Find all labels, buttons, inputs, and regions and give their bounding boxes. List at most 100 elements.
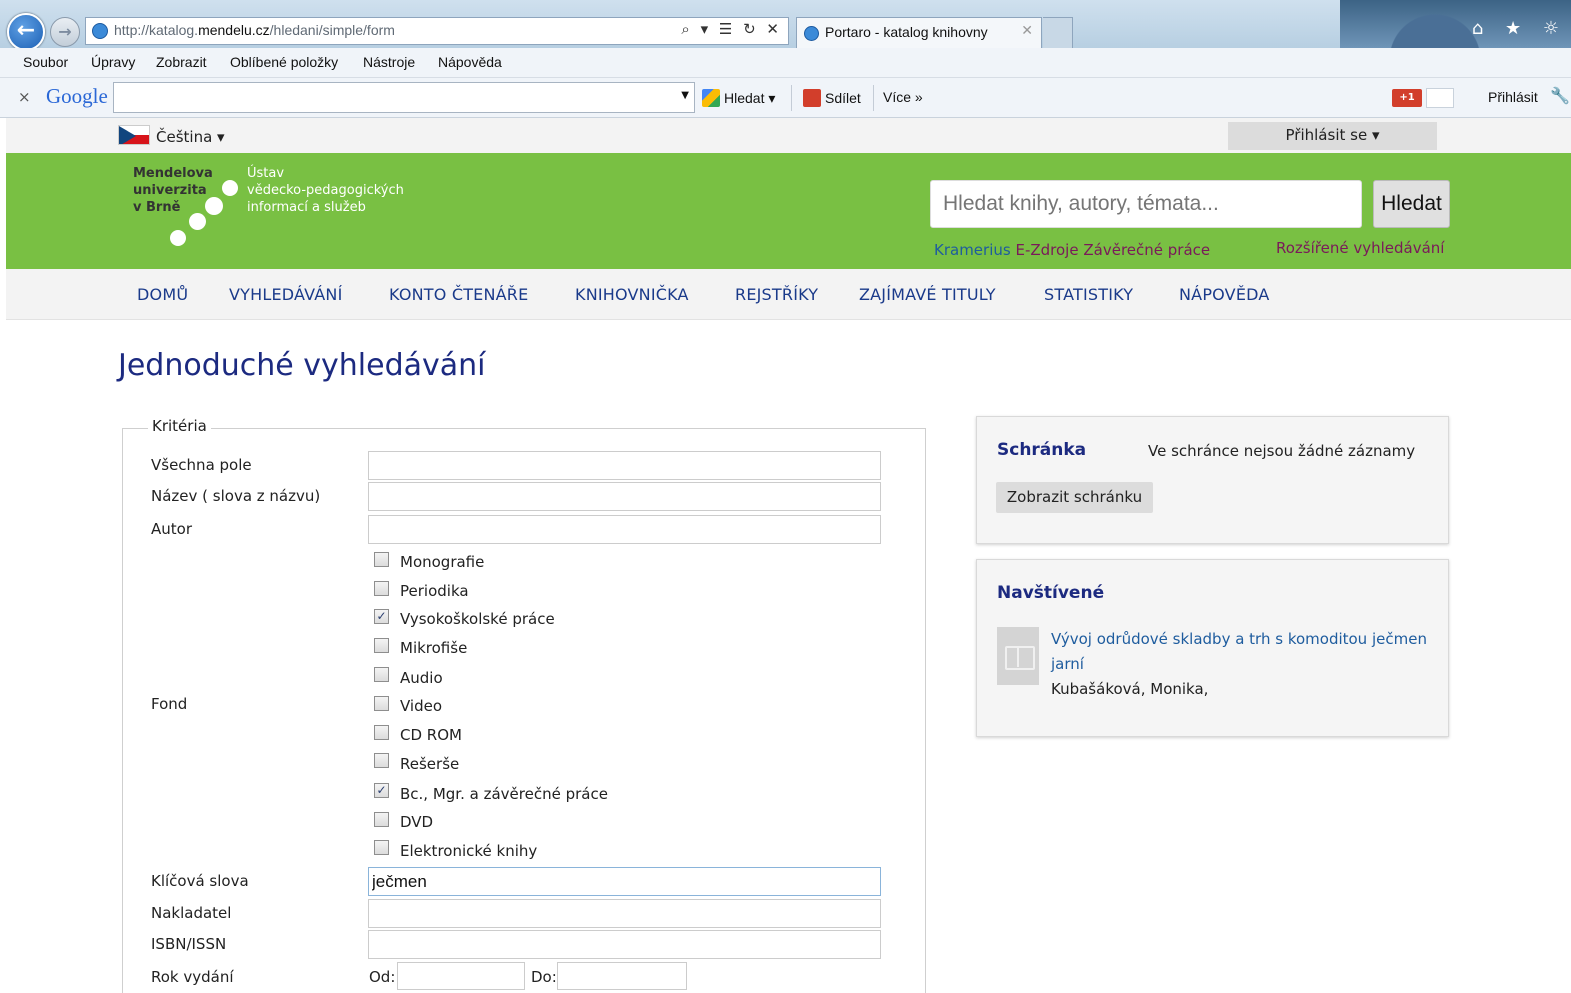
tab-close-icon[interactable]: ✕ [1021,23,1033,39]
menu-item-soubor[interactable]: Soubor [23,54,68,70]
gplus-one-icon[interactable]: +1 [1392,89,1422,107]
fond-option-label: Elektronické knihy [400,842,538,860]
language-selector[interactable]: Čeština ▾ [118,125,225,146]
logo-dot [222,180,238,196]
nav-knihovnicka[interactable]: KNIHOVNIČKA [575,285,689,304]
gplus-count [1426,88,1454,108]
share-icon [803,89,821,107]
fond-checkbox[interactable] [374,753,389,768]
logo-institute[interactable]: Ústav vědecko-pedagogických informací a … [247,165,404,216]
fond-checkbox[interactable] [374,725,389,740]
keywords-input[interactable] [368,867,881,896]
visited-title: Navštívené [997,583,1105,603]
tab-title: Portaro - katalog knihovny [825,24,988,40]
fond-option-label: Audio [400,669,443,687]
title-input[interactable] [368,482,881,511]
catalog-search[interactable] [930,180,1362,228]
clipboard-empty-note: Ve schránce nejsou žádné záznamy [1148,442,1416,460]
nav-zajimave-tituly[interactable]: ZAJÍMAVÉ TITULY [859,285,996,304]
label-publisher: Nakladatel [151,904,232,922]
visited-item-link[interactable]: Vývoj odrůdové skladby a trh s komoditou… [1051,627,1431,677]
link-kramerius[interactable]: Kramerius [934,241,1011,259]
author-input[interactable] [368,515,881,544]
url-prefix: http://katalog. [114,22,199,38]
fond-checkbox[interactable] [374,638,389,653]
keywords-text[interactable] [369,868,880,895]
fond-option-label: Video [400,697,443,715]
page-title: Jednoduché vyhledávání [118,348,486,383]
address-bar[interactable]: http://katalog.mendelu.cz/hledani/simple… [85,17,789,45]
google-logo: Google [46,84,108,108]
nav-vyhledavani[interactable]: VYHLEDÁVÁNÍ [229,285,343,304]
all-fields-input[interactable] [368,451,881,480]
wrench-icon[interactable]: 🔧 [1550,86,1570,105]
show-clipboard-button[interactable]: Zobrazit schránku [996,482,1153,513]
year-to-input[interactable] [557,962,687,990]
link-advanced-search[interactable]: Rozšířené vyhledávání [1276,239,1444,257]
nav-domu[interactable]: DOMŮ [137,285,188,304]
nav-statistiky[interactable]: STATISTIKY [1044,285,1133,304]
share-button[interactable]: Sdílet [803,89,861,107]
label-fond: Fond [151,695,188,713]
fond-checkbox[interactable]: ✓ [374,783,389,798]
link-ezdroje[interactable]: E-Zdroje [1015,241,1078,259]
close-toolbar-icon[interactable]: × [18,88,31,106]
fond-checkbox[interactable] [374,552,389,567]
fond-option-label: Periodika [400,582,469,600]
back-button[interactable]: ← [7,13,45,51]
language-label: Čeština ▾ [156,128,225,146]
forward-button[interactable]: → [50,17,80,47]
menu-item-zobrazit[interactable]: Zobrazit [156,54,207,70]
fond-option-label: Monografie [400,553,485,571]
google-search-label: Hledat ▾ [724,90,776,106]
nav-konto-ctenare[interactable]: KONTO ČTENÁŘE [389,285,528,304]
logo-dot [189,213,206,230]
logo-dot [205,197,223,215]
new-tab-button[interactable] [1043,17,1073,48]
fond-checkbox[interactable] [374,696,389,711]
address-url[interactable]: http://katalog.mendelu.cz/hledani/simple… [114,22,395,38]
google-search-button[interactable]: Hledat ▾ [702,89,775,107]
isbn-text[interactable] [369,931,880,958]
url-domain: mendelu.cz [198,22,270,38]
tab-portaro[interactable]: Portaro - katalog knihovny ✕ [796,17,1042,48]
link-zaverecne-prace[interactable]: Závěrečné práce [1083,241,1210,259]
isbn-input[interactable] [368,930,881,959]
menu-item-upravy[interactable]: Úpravy [91,54,135,70]
menu-item-napoveda[interactable]: Nápověda [438,54,502,70]
label-year: Rok vydání [151,968,234,986]
home-favorites-settings-icon[interactable]: ⌂ ★ ☼ [1472,18,1567,39]
nav-napoveda[interactable]: NÁPOVĚDA [1179,285,1270,304]
author-text[interactable] [369,516,880,543]
google-search-input[interactable]: ▼ [113,82,695,113]
publisher-input[interactable] [368,899,881,928]
catalog-search-button[interactable]: Hledat [1373,180,1450,228]
logo-university[interactable]: Mendelova univerzita v Brně [133,165,213,216]
tab-favicon-icon [804,26,819,41]
label-isbn: ISBN/ISSN [151,935,227,953]
menu-item-nastroje[interactable]: Nástroje [363,54,415,70]
title-text[interactable] [369,483,880,510]
year-from-input[interactable] [397,962,525,990]
catalog-search-input[interactable] [931,181,1361,227]
menu-item-oblibene[interactable]: Oblíbené položky [230,54,338,70]
logo-line: Mendelova [133,166,213,181]
fond-checkbox[interactable] [374,840,389,855]
login-button[interactable]: Přihlásit se ▾ [1228,122,1437,150]
nav-rejstriky[interactable]: REJSTŘÍKY [735,285,818,304]
fond-checkbox[interactable] [374,667,389,682]
address-tools-icon[interactable]: ⌕ ▾ ☰ ↻ ✕ [681,20,782,38]
google-search-icon [702,89,720,107]
fond-checkbox[interactable]: ✓ [374,609,389,624]
book-cover-icon[interactable] [997,627,1039,685]
publisher-text[interactable] [369,900,880,927]
main-nav: DOMŮ VYHLEDÁVÁNÍ KONTO ČTENÁŘE KNIHOVNIČ… [6,269,1571,320]
clipboard-title: Schránka [997,440,1087,460]
google-signin-link[interactable]: Přihlásit [1488,89,1538,105]
fond-checkbox[interactable] [374,581,389,596]
fond-checkbox[interactable] [374,812,389,827]
more-button[interactable]: Více » [883,89,923,105]
all-fields-text[interactable] [369,452,880,479]
chevron-down-icon[interactable]: ▼ [681,90,689,101]
fond-option-label: Bc., Mgr. a závěrečné práce [400,785,608,803]
